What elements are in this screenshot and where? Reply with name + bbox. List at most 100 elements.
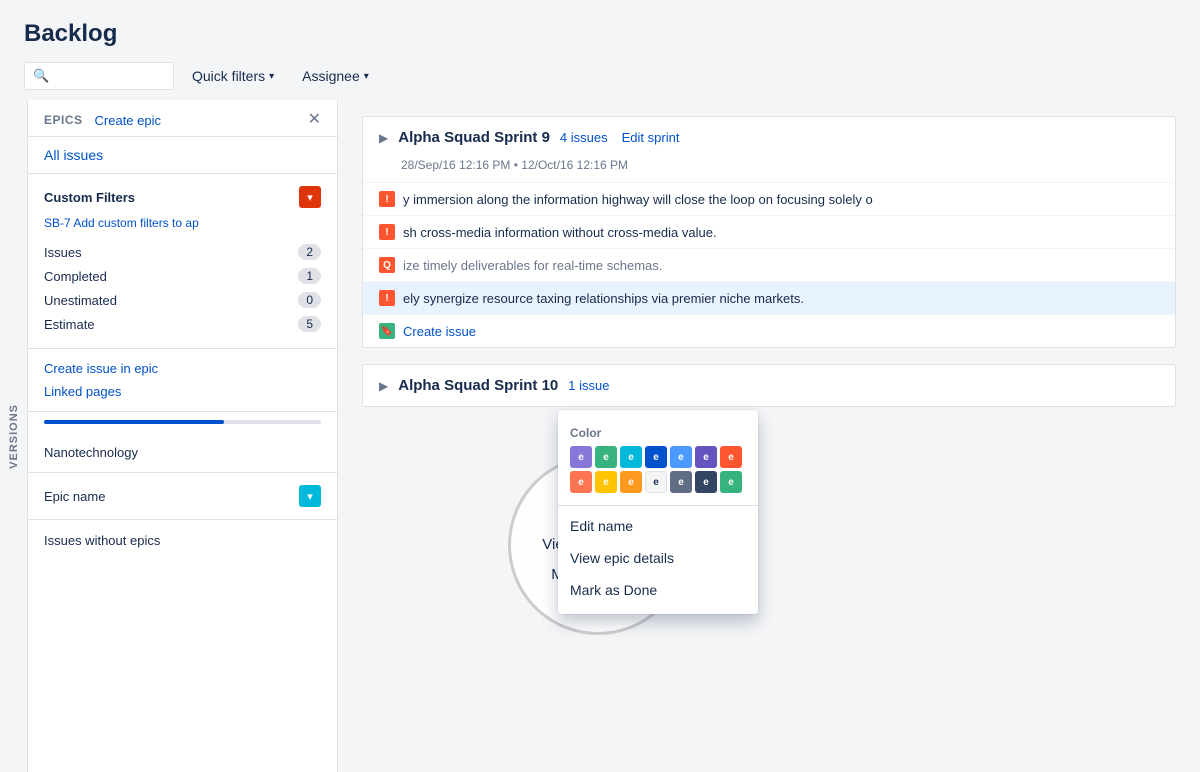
- sprint-9-name: Alpha Squad Sprint 9: [398, 129, 550, 146]
- epic-name-dropdown-button[interactable]: ▾: [299, 485, 321, 507]
- toolbar: 🔍 Quick filters ▾ Assignee ▾: [24, 62, 1176, 90]
- versions-tab[interactable]: VERSIONS: [0, 100, 28, 772]
- issues-without-epics-label: Issues without epics: [44, 533, 160, 548]
- sprint-9-count: 4 issues: [560, 130, 608, 145]
- edit-name-menu-item[interactable]: Edit name: [558, 510, 758, 542]
- mark-done-menu-item[interactable]: Mark as Done: [558, 574, 758, 606]
- create-epic-link[interactable]: Create epic: [95, 113, 161, 128]
- create-issue-label: Create issue: [403, 324, 476, 339]
- main-content: VERSIONS EPICS Create epic ✕ All issues: [0, 100, 1200, 772]
- sprint-10-count: 1 issue: [568, 378, 609, 393]
- sprint-10-chevron-icon[interactable]: ▶: [379, 379, 388, 393]
- issue-row: ! sh cross-media information without cro…: [363, 215, 1175, 248]
- color-swatch-indigo[interactable]: e: [695, 446, 717, 468]
- issue-text: ely synergize resource taxing relationsh…: [403, 291, 1159, 306]
- nanotechnology-section: Nanotechnology: [28, 432, 337, 473]
- search-box[interactable]: 🔍: [24, 62, 174, 90]
- issue-row: ! y immersion along the information high…: [363, 182, 1175, 215]
- issue-type-icon: !: [379, 224, 395, 240]
- color-swatch-amber[interactable]: e: [620, 471, 642, 493]
- sidebar-action-links: Create issue in epic Linked pages: [28, 349, 337, 412]
- search-icon: 🔍: [33, 68, 49, 84]
- menu-divider: [558, 505, 758, 506]
- nanotechnology-label: Nanotechnology: [44, 445, 138, 460]
- issue-row-highlighted: ! ely synergize resource taxing relation…: [363, 281, 1175, 314]
- color-swatch-blue[interactable]: e: [645, 446, 667, 468]
- page-title: Backlog: [24, 20, 1176, 48]
- color-swatches: e e e e e e e e e e e e e e: [570, 446, 746, 493]
- custom-filters-dropdown-button[interactable]: ▾: [299, 186, 321, 208]
- filter-issues-label: Issues: [44, 245, 82, 260]
- search-input[interactable]: [55, 69, 165, 84]
- filter-completed-badge: 1: [298, 268, 321, 284]
- quick-filters-button[interactable]: Quick filters ▾: [182, 63, 284, 89]
- issue-type-icon: !: [379, 290, 395, 306]
- custom-filters-section: Custom Filters ▾ SB-7 Add custom filters…: [28, 174, 337, 349]
- sprint-10-header: ▶ Alpha Squad Sprint 10 1 issue: [363, 365, 1175, 406]
- sprint-10-name: Alpha Squad Sprint 10: [398, 377, 558, 394]
- issues-without-epics: Issues without epics: [28, 520, 337, 560]
- color-swatch-yellow[interactable]: e: [595, 471, 617, 493]
- color-swatch-red[interactable]: e: [720, 446, 742, 468]
- color-swatch-gray[interactable]: e: [670, 471, 692, 493]
- linked-pages-link[interactable]: Linked pages: [28, 380, 337, 403]
- color-swatch-light[interactable]: e: [645, 471, 667, 493]
- sprint-9-dates: 28/Sep/16 12:16 PM • 12/Oct/16 12:16 PM: [363, 158, 1175, 182]
- filter-completed-label: Completed: [44, 269, 107, 284]
- assignee-chevron-icon: ▾: [364, 71, 369, 82]
- custom-filters-header: Custom Filters ▾: [44, 186, 321, 208]
- color-swatch-lightblue[interactable]: e: [670, 446, 692, 468]
- all-issues-link[interactable]: All issues: [28, 137, 337, 174]
- sprint-10-section: ▶ Alpha Squad Sprint 10 1 issue: [362, 364, 1176, 407]
- filter-unestimated-badge: 0: [298, 292, 321, 308]
- filter-row-unestimated: Unestimated 0: [44, 288, 321, 312]
- progress-bar-fill: [44, 420, 224, 424]
- issue-text: ize timely deliverables for real-time sc…: [403, 258, 1159, 273]
- color-swatch-orange[interactable]: e: [570, 471, 592, 493]
- custom-filters-label: Custom Filters: [44, 190, 135, 205]
- assignee-button[interactable]: Assignee ▾: [292, 63, 379, 89]
- sprint-9-section: ▶ Alpha Squad Sprint 9 4 issues Edit spr…: [362, 116, 1176, 348]
- epics-label: EPICS: [44, 113, 83, 127]
- create-issue-row[interactable]: 🔖 Create issue: [363, 314, 1175, 347]
- filter-estimate-label: Estimate: [44, 317, 95, 332]
- issue-text: y immersion along the information highwa…: [403, 192, 1159, 207]
- sb-link[interactable]: SB-7 Add custom filters to ap: [44, 216, 321, 230]
- view-epic-menu-item[interactable]: View epic details: [558, 542, 758, 574]
- close-sidebar-button[interactable]: ✕: [308, 112, 321, 128]
- filter-unestimated-label: Unestimated: [44, 293, 117, 308]
- page-container: Backlog 🔍 Quick filters ▾ Assignee ▾ VER…: [0, 0, 1200, 772]
- issue-text: sh cross-media information without cross…: [403, 225, 1159, 240]
- epic-name-label: Epic name: [44, 489, 105, 504]
- color-swatch-darkblue[interactable]: e: [695, 471, 717, 493]
- filter-row-completed: Completed 1: [44, 264, 321, 288]
- create-issue-in-epic-link[interactable]: Create issue in epic: [28, 357, 337, 380]
- sidebar-header-left: EPICS Create epic: [44, 113, 161, 128]
- color-swatch-green[interactable]: e: [595, 446, 617, 468]
- filter-issues-badge: 2: [298, 244, 321, 260]
- page-header: Backlog 🔍 Quick filters ▾ Assignee ▾: [0, 0, 1200, 100]
- filter-row-issues: Issues 2: [44, 240, 321, 264]
- color-swatch-purple[interactable]: e: [570, 446, 592, 468]
- sidebar: EPICS Create epic ✕ All issues Custom Fi…: [28, 100, 338, 772]
- sprint-9-chevron-icon[interactable]: ▶: [379, 131, 388, 145]
- epic-name-header: Epic name ▾: [44, 485, 321, 507]
- sidebar-header: EPICS Create epic ✕: [28, 100, 337, 137]
- sprint-9-header: ▶ Alpha Squad Sprint 9 4 issues Edit spr…: [363, 117, 1175, 158]
- epic-name-section: Epic name ▾: [28, 473, 337, 520]
- sprint-9-edit-link[interactable]: Edit sprint: [622, 130, 680, 145]
- color-section: Color e e e e e e e e e e e e e: [558, 418, 758, 501]
- quick-filters-chevron-icon: ▾: [269, 71, 274, 82]
- color-swatch-green2[interactable]: e: [720, 471, 742, 493]
- color-swatch-teal[interactable]: e: [620, 446, 642, 468]
- sidebar-wrapper: VERSIONS EPICS Create epic ✕ All issues: [0, 100, 338, 772]
- progress-bar-container: [44, 420, 321, 424]
- filter-estimate-badge: 5: [298, 316, 321, 332]
- versions-label: VERSIONS: [8, 404, 20, 469]
- color-section-label: Color: [570, 426, 746, 440]
- context-menu: Color e e e e e e e e e e e e e: [558, 410, 758, 614]
- create-icon: 🔖: [379, 323, 395, 339]
- issue-row: Q ize timely deliverables for real-time …: [363, 248, 1175, 281]
- filter-row-estimate: Estimate 5: [44, 312, 321, 336]
- main-area: ▶ Alpha Squad Sprint 9 4 issues Edit spr…: [338, 100, 1200, 772]
